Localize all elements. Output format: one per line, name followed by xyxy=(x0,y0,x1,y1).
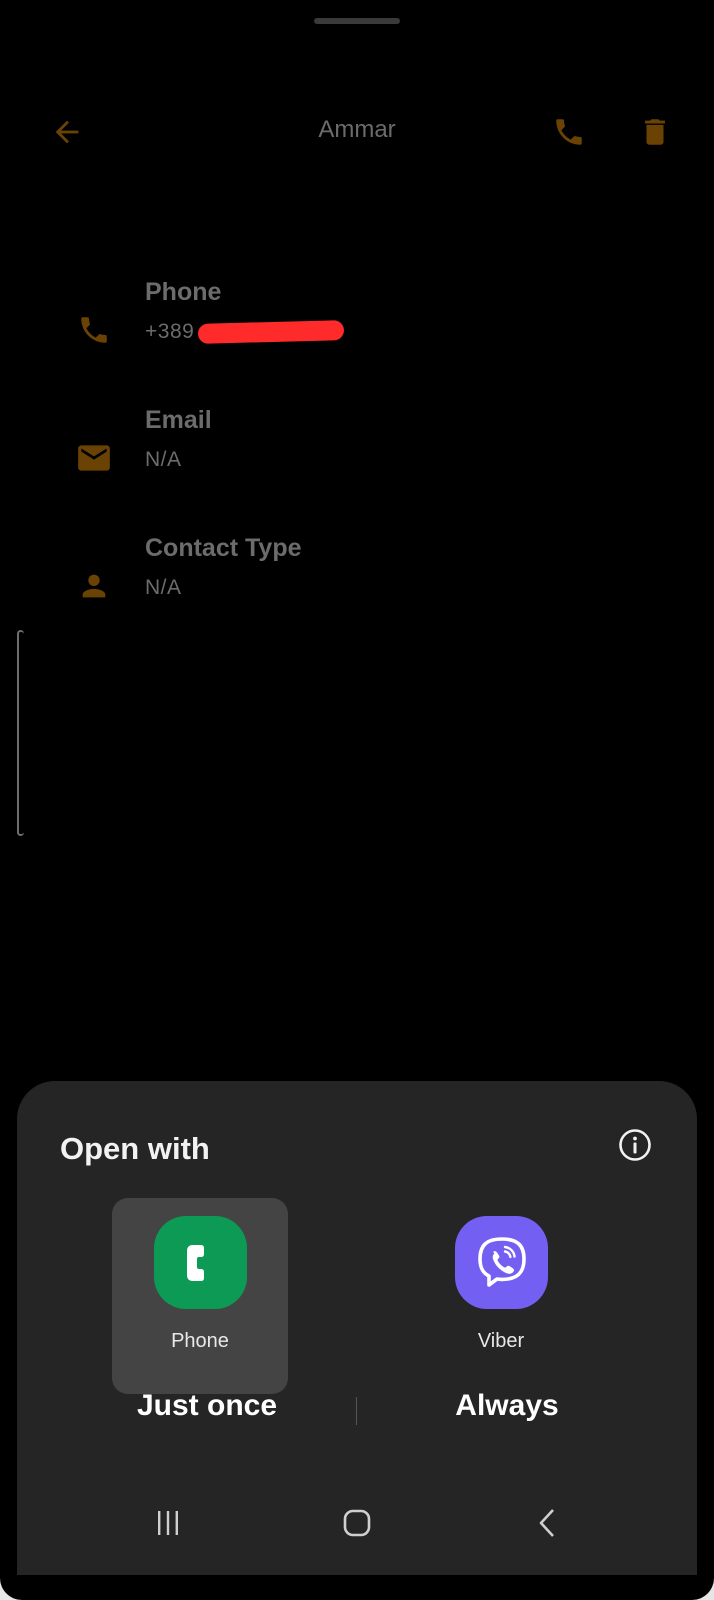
device-screen: Ammar Phone +389 Email N/A Contact Type … xyxy=(0,0,714,1600)
phone-app-icon xyxy=(154,1216,247,1309)
sheet-title: Open with xyxy=(60,1131,210,1166)
recents-icon xyxy=(158,1511,178,1535)
toolbar: Ammar xyxy=(0,100,714,164)
just-once-button[interactable]: Just once xyxy=(57,1389,357,1423)
detail-row-email[interactable]: Email N/A xyxy=(0,396,714,496)
nav-back-icon xyxy=(539,1509,554,1537)
detail-value: N/A xyxy=(145,448,182,471)
home-button[interactable] xyxy=(329,1495,385,1551)
detail-value: N/A xyxy=(145,576,182,599)
phone-icon xyxy=(556,119,582,145)
recents-button[interactable] xyxy=(140,1495,196,1551)
call-button[interactable] xyxy=(547,110,591,154)
app-name: Phone xyxy=(171,1330,229,1352)
detail-row-phone[interactable]: Phone +389 xyxy=(0,268,714,368)
detail-value: +389 xyxy=(145,320,195,343)
nav-back-button[interactable] xyxy=(520,1495,576,1551)
person-icon xyxy=(72,564,116,608)
info-icon xyxy=(619,1129,651,1161)
email-icon xyxy=(72,436,116,480)
redaction-mark xyxy=(197,320,345,344)
app-name: Viber xyxy=(477,1330,525,1352)
trash-icon xyxy=(645,119,665,145)
info-button[interactable] xyxy=(617,1127,653,1163)
app-option-phone[interactable]: Phone xyxy=(112,1198,288,1394)
open-with-sheet: Open with Phone Viber Just once Always xyxy=(17,1081,697,1473)
detail-row-contact-type[interactable]: Contact Type N/A xyxy=(0,524,714,624)
app-option-viber[interactable]: Viber xyxy=(413,1198,589,1394)
edge-panel-handle[interactable] xyxy=(17,630,24,836)
detail-label: Email xyxy=(145,406,212,434)
always-button[interactable]: Always xyxy=(357,1389,657,1423)
viber-app-icon xyxy=(455,1216,548,1309)
navigation-bar xyxy=(17,1473,697,1575)
detail-label: Contact Type xyxy=(145,534,302,562)
page-title: Ammar xyxy=(318,116,396,143)
detail-label: Phone xyxy=(145,278,222,306)
top-handle xyxy=(314,18,400,24)
home-icon xyxy=(343,1509,371,1537)
delete-button[interactable] xyxy=(633,110,677,154)
phone-icon xyxy=(72,308,116,352)
